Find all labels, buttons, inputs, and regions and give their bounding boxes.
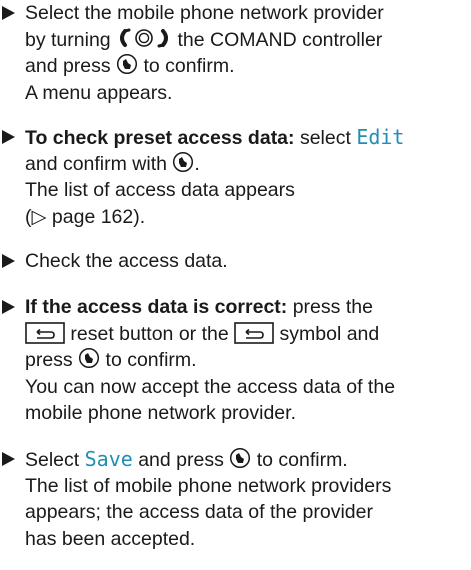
step-result-text: You can now accept the access data of th… (25, 375, 396, 398)
back-button-icon (25, 321, 65, 344)
step-text-line: by turning the COMAND controller (25, 28, 383, 51)
menu-item-save: Save (84, 447, 133, 471)
comand-press-icon (117, 53, 138, 75)
step-result-text: The list of access data appears (25, 179, 295, 201)
step-text-line: To check preset access data: select Edit (25, 125, 405, 149)
comand-controller-turn-icon (120, 28, 169, 47)
step-text-line: and confirm with . (25, 151, 200, 175)
step-text-line: Select the mobile phone network provider (25, 2, 384, 24)
page-reference: (▷ page 162). (25, 205, 146, 228)
step-text-line: and press to confirm. (25, 53, 235, 77)
step-result-text: has been accepted. (25, 527, 196, 550)
step-result-text: mobile phone network provider. (25, 402, 296, 424)
back-symbol-icon (234, 321, 274, 344)
menu-item-edit: Edit (356, 125, 405, 149)
bullet-triangle-icon (2, 300, 15, 314)
comand-press-icon (230, 447, 251, 469)
step-text-line: Check the access data. (25, 250, 228, 272)
step-result-text: appears; the access data of the provider (25, 501, 373, 523)
bullet-triangle-icon (2, 6, 15, 20)
comand-press-icon (79, 347, 100, 369)
comand-press-icon (173, 151, 194, 172)
step-text-line: press to confirm. (25, 347, 197, 371)
step-text-line: reset button or the symbol and (25, 321, 379, 348)
step-text-line: Select Save and press to confirm. (25, 447, 348, 471)
step-result-text: The list of mobile phone network provide… (25, 474, 392, 497)
step-text-line: If the access data is correct: press the (25, 296, 373, 318)
bullet-triangle-icon (2, 452, 15, 466)
bullet-triangle-icon (2, 254, 15, 268)
bullet-triangle-icon (2, 130, 15, 144)
step-result-text: A menu appears. (25, 81, 173, 104)
instruction-list: Select the mobile phone network provider… (0, 0, 471, 570)
